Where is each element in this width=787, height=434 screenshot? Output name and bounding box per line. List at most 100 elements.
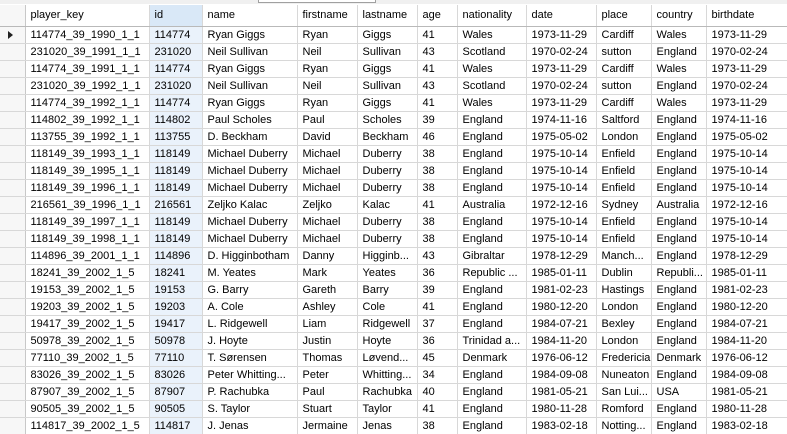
cell-birthdate[interactable]: 1983-02-18	[706, 417, 787, 434]
cell-player-key[interactable]: 118149_39_1995_1_1	[25, 162, 150, 180]
column-header-place[interactable]: place	[596, 5, 652, 27]
cell-player-key[interactable]: 87907_39_2002_1_5	[25, 383, 150, 401]
cell-lastname[interactable]: Taylor	[357, 400, 418, 418]
cell-age[interactable]: 41	[417, 196, 458, 214]
row-selector[interactable]	[0, 247, 26, 265]
cell-age[interactable]: 38	[417, 179, 458, 197]
cell-country[interactable]: England	[651, 77, 707, 95]
cell-place[interactable]: Enfield	[596, 162, 652, 180]
cell-lastname[interactable]: Sullivan	[357, 43, 418, 61]
cell-name[interactable]: J. Hoyte	[202, 332, 298, 350]
cell-nationality[interactable]: England	[457, 400, 527, 418]
cell-nationality[interactable]: Scotland	[457, 77, 527, 95]
cell-birthdate[interactable]: 1981-05-21	[706, 383, 787, 401]
cell-id[interactable]: 19153	[149, 281, 203, 299]
cell-id[interactable]: 87907	[149, 383, 203, 401]
row-selector[interactable]	[0, 128, 26, 146]
cell-place[interactable]: Nuneaton	[596, 366, 652, 384]
cell-age[interactable]: 34	[417, 366, 458, 384]
cell-age[interactable]: 39	[417, 281, 458, 299]
cell-id[interactable]: 77110	[149, 349, 203, 367]
cell-birthdate[interactable]: 1980-11-28	[706, 400, 787, 418]
cell-age[interactable]: 36	[417, 332, 458, 350]
cell-player-key[interactable]: 19417_39_2002_1_5	[25, 315, 150, 333]
cell-country[interactable]: Wales	[651, 60, 707, 78]
row-selector[interactable]	[0, 417, 26, 434]
table-row[interactable]: 19203_39_2002_1_5 19203 A. Cole Ashley Cole 4…	[0, 298, 787, 316]
cell-age[interactable]: 37	[417, 315, 458, 333]
cell-id[interactable]: 231020	[149, 43, 203, 61]
cell-place[interactable]: Enfield	[596, 145, 652, 163]
cell-age[interactable]: 41	[417, 298, 458, 316]
row-selector[interactable]	[0, 315, 26, 333]
cell-name[interactable]: Michael Duberry	[202, 230, 298, 248]
cell-player-key[interactable]: 114896_39_2001_1_1	[25, 247, 150, 265]
cell-player-key[interactable]: 118149_39_1996_1_1	[25, 179, 150, 197]
cell-name[interactable]: M. Yeates	[202, 264, 298, 282]
cell-id[interactable]: 114774	[149, 26, 203, 44]
table-row[interactable]: 50978_39_2002_1_5 50978 J. Hoyte Justin Hoyt…	[0, 332, 787, 350]
cell-firstname[interactable]: David	[297, 128, 358, 146]
cell-firstname[interactable]: Stuart	[297, 400, 358, 418]
row-selector[interactable]	[0, 349, 26, 367]
cell-date[interactable]: 1972-12-16	[526, 196, 597, 214]
cell-id[interactable]: 114817	[149, 417, 203, 434]
cell-id[interactable]: 114774	[149, 94, 203, 112]
cell-birthdate[interactable]: 1970-02-24	[706, 43, 787, 61]
cell-lastname[interactable]: Løvend...	[357, 349, 418, 367]
table-row[interactable]: 118149_39_1996_1_1 118149 Michael Duberry M…	[0, 179, 787, 197]
cell-date[interactable]: 1981-05-21	[526, 383, 597, 401]
cell-birthdate[interactable]: 1981-02-23	[706, 281, 787, 299]
cell-name[interactable]: Michael Duberry	[202, 145, 298, 163]
row-selector[interactable]	[0, 179, 26, 197]
cell-age[interactable]: 41	[417, 60, 458, 78]
cell-name[interactable]: Neil Sullivan	[202, 77, 298, 95]
cell-date[interactable]: 1975-05-02	[526, 128, 597, 146]
cell-country[interactable]: England	[651, 281, 707, 299]
cell-birthdate[interactable]: 1972-12-16	[706, 196, 787, 214]
cell-country[interactable]: Wales	[651, 26, 707, 44]
row-selector[interactable]	[0, 43, 26, 61]
cell-place[interactable]: Dublin	[596, 264, 652, 282]
cell-name[interactable]: Michael Duberry	[202, 179, 298, 197]
row-selector[interactable]	[0, 332, 26, 350]
cell-country[interactable]: England	[651, 366, 707, 384]
cell-date[interactable]: 1970-02-24	[526, 77, 597, 95]
column-header-player-key[interactable]: player_key	[25, 5, 150, 27]
cell-lastname[interactable]: Giggs	[357, 26, 418, 44]
cell-firstname[interactable]: Paul	[297, 111, 358, 129]
cell-country[interactable]: Australia	[651, 196, 707, 214]
cell-nationality[interactable]: England	[457, 213, 527, 231]
cell-id[interactable]: 118149	[149, 162, 203, 180]
cell-birthdate[interactable]: 1984-11-20	[706, 332, 787, 350]
cell-birthdate[interactable]: 1984-09-08	[706, 366, 787, 384]
cell-lastname[interactable]: Beckham	[357, 128, 418, 146]
cell-country[interactable]: Republi...	[651, 264, 707, 282]
cell-player-key[interactable]: 114774_39_1990_1_1	[25, 26, 150, 44]
cell-country[interactable]: England	[651, 213, 707, 231]
cell-firstname[interactable]: Thomas	[297, 349, 358, 367]
cell-date[interactable]: 1985-01-11	[526, 264, 597, 282]
cell-nationality[interactable]: Denmark	[457, 349, 527, 367]
cell-firstname[interactable]: Michael	[297, 145, 358, 163]
cell-nationality[interactable]: England	[457, 128, 527, 146]
cell-lastname[interactable]: Jenas	[357, 417, 418, 434]
cell-country[interactable]: England	[651, 298, 707, 316]
cell-place[interactable]: London	[596, 128, 652, 146]
cell-lastname[interactable]: Hoyte	[357, 332, 418, 350]
cell-birthdate[interactable]: 1978-12-29	[706, 247, 787, 265]
cell-age[interactable]: 39	[417, 111, 458, 129]
cell-age[interactable]: 41	[417, 94, 458, 112]
cell-firstname[interactable]: Danny	[297, 247, 358, 265]
cell-place[interactable]: Enfield	[596, 230, 652, 248]
cell-age[interactable]: 38	[417, 145, 458, 163]
cell-id[interactable]: 114774	[149, 60, 203, 78]
cell-birthdate[interactable]: 1980-12-20	[706, 298, 787, 316]
cell-country[interactable]: England	[651, 230, 707, 248]
cell-firstname[interactable]: Paul	[297, 383, 358, 401]
table-row[interactable]: 114774_39_1990_1_1 114774 Ryan Giggs Ryan Gi…	[0, 26, 787, 44]
cell-lastname[interactable]: Duberry	[357, 230, 418, 248]
row-selector[interactable]	[0, 196, 26, 214]
cell-lastname[interactable]: Yeates	[357, 264, 418, 282]
cell-place[interactable]: Cardiff	[596, 60, 652, 78]
